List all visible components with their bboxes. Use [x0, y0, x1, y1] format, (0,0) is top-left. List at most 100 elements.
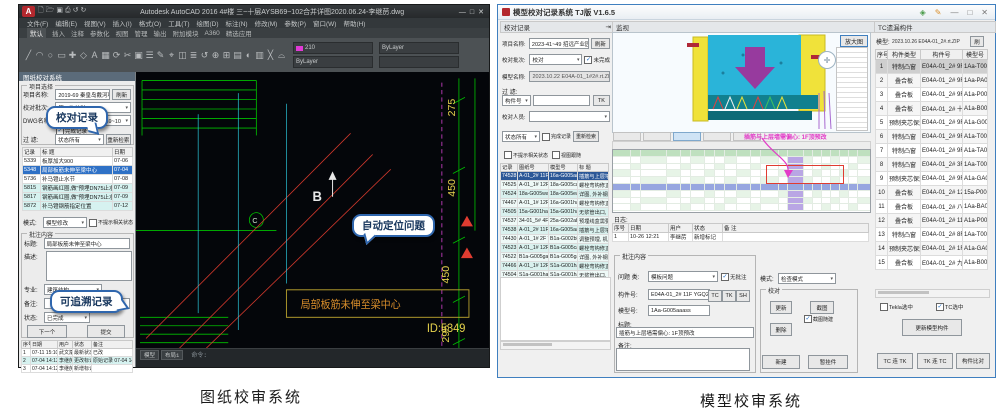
mode-select[interactable]: 检查模式 — [778, 273, 836, 284]
menu-item[interactable]: 帮助(H) — [343, 18, 365, 28]
model-viewport[interactable]: ✛ 放大图 — [612, 32, 871, 133]
compare-button[interactable]: 构件比对 — [956, 353, 990, 369]
table-row[interactable]: 307-04 14:12李继苈新增标记 — [22, 365, 133, 373]
table-row[interactable]: 5736补马镫止水节07-08 — [23, 175, 133, 184]
table-row[interactable]: 7453734-01_5# 4F YGC25a-G002abaa预埋线盒需要加位… — [501, 217, 609, 226]
table-row[interactable]: 5872补马镫钢筋指定位置07-12 — [23, 202, 133, 211]
model-name-select[interactable]: 2023.10.22 E04A-01_1#2#.rt.ZIP — [529, 71, 610, 82]
tc-button[interactable]: TC — [708, 290, 722, 302]
table-row[interactable]: 7特制凸窗E04A-01_2# 9F Y...A1a-TA02 — [876, 144, 988, 158]
refresh-mini-button[interactable]: 刷 — [970, 36, 984, 47]
table-row[interactable]: 74466A-01_1# 12F YGCS1a-G001haaba螺栓弯钩修正 — [501, 262, 609, 271]
enlarge-button[interactable]: 放大图 — [840, 35, 868, 47]
table-row[interactable]: 2叠合板E04A-01_2# 9F Y...1Aa-PA01 — [876, 74, 988, 88]
log-table[interactable]: 序号日期用户状态备 注 110-26 12:21李继苈新增标记 — [612, 223, 869, 242]
menu-item[interactable]: 精选应用 — [226, 28, 252, 38]
menu-item[interactable]: 修改(M) — [255, 18, 278, 28]
table-row[interactable]: 1特制凸窗E04A-01_2# 9F Y...1Aa-T002 — [876, 60, 988, 74]
no-hint-checkbox[interactable]: 不提示相关状态 — [504, 151, 548, 159]
model-no-input[interactable]: 1Aa-G005aaass — [648, 305, 710, 316]
table-row[interactable]: 207-04 14:13李继苈更改标记原始记录 07-04 14... — [22, 357, 133, 365]
table-row[interactable]: 5815钢筋画红圈,做"预埋DN75止水"07-09 — [23, 184, 133, 193]
table-row[interactable]: 5339板厚加大90007-06 — [23, 157, 133, 166]
drawing-canvas[interactable]: 局部板筋未伸至梁中心 ID:5349 275 450 450 295 B C 自… — [136, 72, 489, 367]
pin-icon[interactable]: ⇥ — [606, 23, 611, 31]
submit-button[interactable]: 提交 — [87, 325, 125, 338]
table-row[interactable]: 8特制凸窗E04A-01_2# 3F Y...1Aa-T003 — [876, 158, 988, 172]
menu-item[interactable]: 编辑(E) — [55, 18, 77, 28]
component-filter-input[interactable] — [533, 95, 590, 106]
menu-item[interactable]: 管理 — [135, 28, 148, 38]
table-row[interactable]: 74528A-01_2# 11F YGC16a-G005aaass插筋与上层墙需… — [501, 172, 609, 181]
batch-select[interactable]: 校对 — [529, 54, 582, 65]
autocad-logo-icon[interactable]: A — [22, 6, 35, 17]
view-tabs[interactable] — [613, 132, 761, 141]
menu-item[interactable]: 注释 — [71, 28, 84, 38]
unfinished-checkbox[interactable]: ✓未完成 — [584, 56, 610, 64]
refresh-button[interactable]: 刷新 — [112, 89, 131, 100]
issue-type-select[interactable]: 模板问题 — [648, 271, 718, 282]
delete-button[interactable]: 删除 — [770, 323, 792, 336]
table-row[interactable]: 6特制凸窗E04A-01_2# 9F Y...A1a-T001 — [876, 130, 988, 144]
desc-textarea[interactable] — [46, 251, 132, 281]
minimize-button[interactable]: — — [950, 8, 958, 17]
table-row[interactable]: 7450515a-G001haaba15a-G001haaba无浆管出口, 全缝 — [501, 208, 609, 217]
h-scrollbar[interactable] — [875, 289, 990, 298]
mode-select[interactable]: 模型修改 — [43, 217, 87, 228]
quick-access-toolbar[interactable]: 🗋🗁▣⎙↺↻ — [37, 6, 87, 17]
viewcube-icon[interactable]: ✛ — [818, 51, 836, 69]
table-row[interactable]: 15叠合板E04A-01_2# 九层...A1a-B005 — [876, 256, 988, 270]
close-button[interactable]: ✕ — [981, 8, 988, 17]
table-row[interactable]: 5817钢筋画红圈,做"预埋DN75止水"07-09 — [23, 193, 133, 202]
sh-button[interactable]: SH — [736, 290, 750, 302]
component-input[interactable]: E04A-01_2# 11F YGQ20 — [648, 289, 710, 300]
menu-item[interactable]: 输出 — [154, 28, 167, 38]
tk-button[interactable]: TK — [722, 290, 736, 302]
note-title-input[interactable]: 局部板筋未伸至梁中心 — [44, 238, 130, 249]
table-row[interactable]: 74523A-01_1# 12F YGCB1a-G005caaba螺栓弯钩修正 — [501, 244, 609, 253]
missing-components-table[interactable]: 序号构件类型构件号模型号 1特制凸窗E04A-01_2# 9F Y...1Aa-… — [875, 49, 988, 270]
checker-select[interactable] — [529, 111, 610, 122]
h-scrollbar[interactable] — [500, 341, 611, 350]
minimize-button[interactable]: — — [459, 9, 466, 16]
next-button[interactable]: 下一个 — [27, 325, 67, 338]
table-row[interactable]: 13特制凸窗E04A-01_2# 8F Y...1Aa-T001 — [876, 228, 988, 242]
status-filter-select[interactable]: 状态所有 — [502, 131, 540, 142]
no-hint-checkbox[interactable]: 不提示相关状态 — [89, 219, 133, 227]
maximize-button[interactable]: □ — [967, 8, 972, 17]
linetype-widget[interactable]: ByLayer — [379, 42, 459, 68]
project-select[interactable]: 2019-69 秦皇岛戴河项目设计 ~ — [55, 89, 110, 100]
close-button[interactable]: ✕ — [478, 9, 484, 16]
menu-item[interactable]: 默认 — [27, 28, 46, 38]
title-input[interactable]: 插筋与上层墙需偏心: 1F顶预改 — [616, 327, 754, 338]
update-components-button[interactable]: 更新模型构件 — [902, 319, 962, 336]
menu-item[interactable]: 插入 — [52, 28, 65, 38]
history-table[interactable]: 序号日期用户状态备注 107-11 15:10武文斌最新状态已改207-04 1… — [21, 340, 133, 373]
ribbon-icons[interactable]: ╱◠○▭✚◇A▦⟳✂▣☰✎⌖◫≣↺⊕⊞▤◐▥╳⌓ — [23, 50, 287, 61]
menu-item[interactable]: 插入(I) — [113, 18, 132, 28]
component-filter-select[interactable]: 构件号 — [502, 95, 531, 106]
model-record-table[interactable]: 记录图纸号模型号标 题 74528A-01_2# 11F YGC16a-G005… — [500, 163, 609, 280]
refresh-button[interactable]: 刷新 — [591, 38, 610, 49]
tc-select-checkbox[interactable]: ✓TC选中 — [936, 303, 963, 311]
menu-item[interactable]: A360 — [205, 30, 220, 37]
table-row[interactable]: 74525A-01_1# 12F YGC18a-G005caaba螺栓弯钩修正 — [501, 181, 609, 190]
record-table[interactable]: 记录标 题日期 5339板厚加大90007-065348局部板筋未伸至梁中心07… — [22, 147, 133, 211]
table-row[interactable]: 4叠合板E04A-01_2# 十层...A1a-B003 — [876, 102, 988, 116]
shield-icon[interactable]: ◈ — [920, 8, 926, 17]
remark-textarea[interactable] — [616, 348, 750, 371]
table-row[interactable]: 3叠合板E04A-01_2# 9F Y...A1a-P003 — [876, 88, 988, 102]
tekla-select-checkbox[interactable]: Tekla选中 — [880, 303, 913, 311]
new-button[interactable]: 新建 — [762, 355, 800, 369]
table-row[interactable]: 107-11 15:10武文斌最新状态已改 — [22, 349, 133, 357]
table-row[interactable]: 74538A-01_2# 11F YGC16a-G005aaaes插筋与上层墙需… — [501, 226, 609, 235]
screenshot-button[interactable]: 截图 — [810, 301, 834, 314]
properties-mini-panel[interactable] — [836, 47, 868, 131]
table-row[interactable]: 5348局部板筋未伸至梁中心07-04 — [23, 166, 133, 175]
screenshot-checkbox[interactable]: ✓截图随建 — [804, 315, 833, 323]
menu-item[interactable]: 工具(T) — [168, 18, 189, 28]
table-row[interactable]: 14预制夹芯保温墙E04A-01_2# 1F Y...A1a-GA03 — [876, 242, 988, 256]
menu-item[interactable]: 附加模块 — [173, 28, 199, 38]
maximize-button[interactable]: □ — [470, 9, 474, 16]
table-row[interactable]: 9预制夹芯保温墙E04A-01_2# 9F Y...A1a-GA03 — [876, 172, 988, 186]
